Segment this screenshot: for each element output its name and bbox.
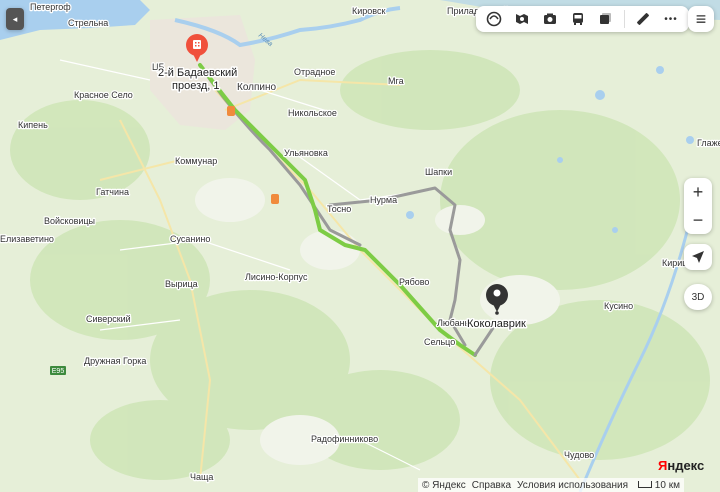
map-toolbar: ••• — [476, 6, 689, 32]
camera-icon — [544, 13, 556, 24]
place-label: Сусанино — [170, 234, 210, 244]
start-address-line2: проезд, 1 — [172, 80, 220, 92]
toolbar-divider — [624, 10, 625, 28]
help-link[interactable]: Справка — [472, 480, 511, 491]
chevron-left-icon: ◂ — [12, 13, 18, 24]
place-label: Красное Село — [74, 90, 133, 100]
place-label: Чудово — [564, 450, 594, 460]
place-label: Вырица — [165, 279, 198, 289]
place-label: Радофинниково — [311, 434, 378, 444]
place-label: Гатчина — [96, 187, 129, 197]
place-label: Сельцо — [424, 337, 455, 347]
terms-link[interactable]: Условия использования — [517, 480, 628, 491]
end-label: Коколаврик — [467, 318, 526, 330]
traffic-button[interactable] — [480, 6, 508, 32]
place-label: Шапки — [425, 167, 452, 177]
copyright-link[interactable]: © Яндекс — [422, 480, 466, 491]
traffic-icon — [486, 11, 502, 27]
svg-text:E95: E95 — [52, 368, 65, 375]
place-label: Кировск — [352, 6, 385, 16]
place-label: Мга — [388, 76, 404, 86]
hamburger-icon: ≡ — [695, 9, 707, 29]
place-label: Дружная Горка — [84, 356, 146, 366]
place-label: Сиверский — [86, 314, 131, 324]
three-d-button[interactable]: 3D — [684, 284, 712, 310]
place-label: Стрельна — [68, 18, 108, 28]
place-label: Нурма — [370, 195, 397, 205]
place-label: Отрадное — [294, 67, 335, 77]
place-label: Глажево — [697, 138, 720, 148]
place-label: Коммунар — [175, 156, 217, 166]
scale-bar: 10 км — [634, 480, 680, 491]
place-label: Лисино-Корпус — [245, 272, 308, 282]
place-label: Войсковицы — [44, 216, 95, 226]
transport-icon — [573, 13, 583, 25]
ruler-icon — [637, 13, 649, 25]
map-canvas[interactable]: E95 Петергоф Стрельна Кировск Приладожск… — [0, 0, 720, 492]
place-label: Рябово — [399, 277, 429, 287]
place-label: Никольское — [288, 108, 337, 118]
start-address-line1: 2-й Бадаевский — [158, 67, 237, 79]
place-label: Елизаветино — [0, 234, 54, 244]
yandex-logo[interactable]: Яндекс — [658, 458, 704, 473]
zoom-out-button[interactable]: − — [684, 206, 712, 234]
collapse-panel-button[interactable]: ◂ — [6, 8, 24, 30]
scale-label: 10 км — [654, 479, 680, 491]
more-button[interactable]: ••• — [657, 6, 685, 32]
place-label: Ульяновка — [284, 148, 328, 158]
map-footer: © Яндекс Справка Условия использования 1… — [418, 478, 684, 492]
zoom-control: + − — [684, 178, 712, 234]
building-icon — [193, 40, 201, 49]
photos-button[interactable] — [536, 6, 564, 32]
place-label: Любань — [437, 318, 470, 328]
layers-icon — [600, 13, 611, 24]
place-label: Колпино — [237, 82, 277, 93]
place-label: Петергоф — [30, 2, 71, 12]
transport-button[interactable] — [564, 6, 592, 32]
main-menu-button[interactable]: ≡ — [688, 6, 714, 32]
place-label: Чаща — [190, 472, 213, 482]
layers-button[interactable] — [592, 6, 620, 32]
place-label: Кипень — [18, 120, 48, 130]
geolocation-button[interactable] — [684, 244, 712, 270]
panorama-button[interactable] — [508, 6, 536, 32]
navigation-arrow-icon — [692, 251, 704, 263]
more-icon: ••• — [664, 13, 678, 25]
place-label: Кусино — [604, 301, 633, 311]
ruler-button[interactable] — [629, 6, 657, 32]
road-shield: E95 — [50, 366, 66, 375]
panorama-icon — [516, 14, 528, 24]
zoom-in-button[interactable]: + — [684, 178, 712, 206]
place-label: Тосно — [327, 204, 351, 214]
